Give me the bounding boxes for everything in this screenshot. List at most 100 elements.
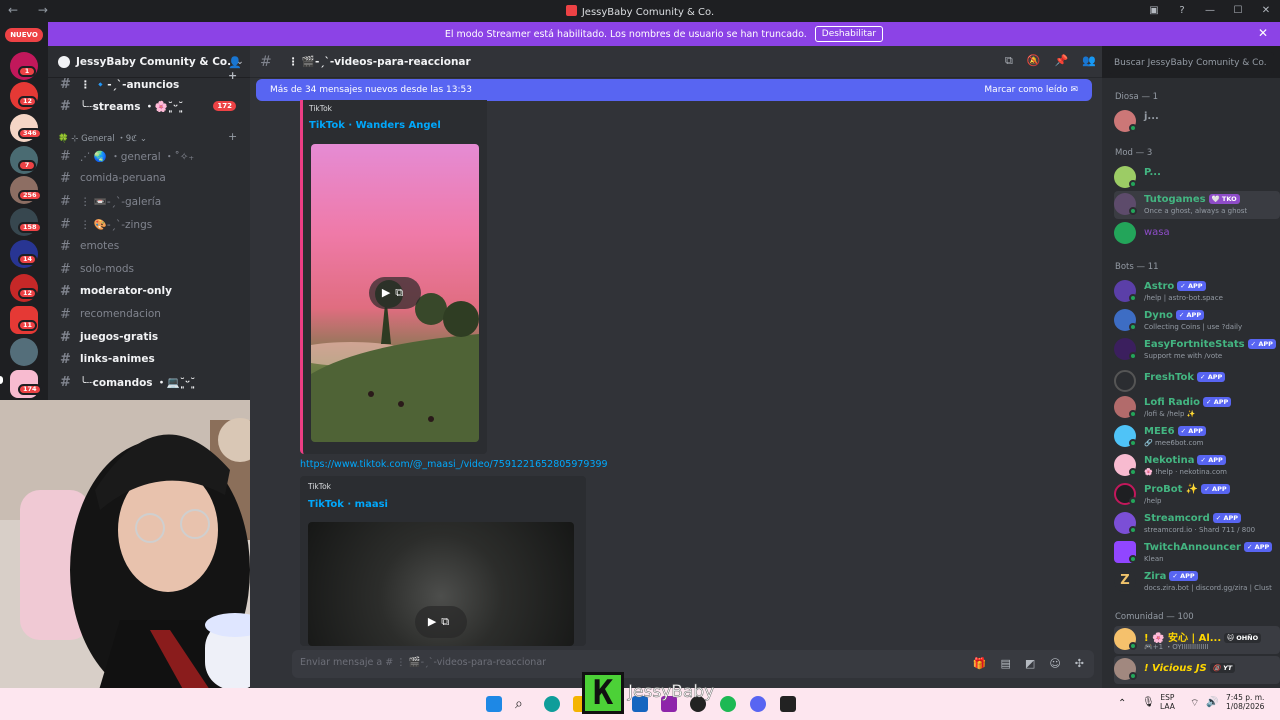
pin-icon[interactable]: 📌 xyxy=(1055,54,1069,68)
member-item[interactable]: Tutogames 🤍 TKO Once a ghost, always a gh… xyxy=(1114,191,1280,219)
member-item[interactable]: wasa xyxy=(1114,220,1280,248)
member-item[interactable]: ProBot ✨ ✓ APP /help xyxy=(1114,481,1280,509)
play-button-icon[interactable]: ▶⧉ xyxy=(369,277,421,309)
member-group-header: Mod — 3 xyxy=(1115,148,1153,158)
clock-time: 7:45 p. m. xyxy=(1226,693,1265,702)
member-name-text: EasyFortniteStats xyxy=(1144,339,1245,350)
hash-icon: # xyxy=(60,170,71,186)
member-list-icon[interactable]: 👥 xyxy=(1082,54,1096,68)
window-title: JessyBaby Comunity & Co. xyxy=(0,5,1280,18)
channel-solo-mods[interactable]: # solo-mods xyxy=(56,259,246,279)
discord-icon[interactable] xyxy=(750,696,766,712)
channel-anuncios[interactable]: # ⋮ 🔹-ˏˋ-anuncios xyxy=(56,74,246,94)
server-icon[interactable] xyxy=(10,338,38,366)
channel-juegos-gratis[interactable]: # juegos-gratis xyxy=(56,327,246,347)
clock[interactable]: 7:45 p. m. 1/08/2026 xyxy=(1226,693,1264,711)
windows-start-icon[interactable] xyxy=(486,696,502,712)
maximize-icon[interactable]: ☐ xyxy=(1224,0,1252,22)
embed-title-link[interactable]: TikTok · maasi xyxy=(308,499,388,510)
play-button-icon[interactable]: ▶⧉ xyxy=(415,606,467,638)
video-embed: TikTok TikTok · maasi ▶⧉ xyxy=(300,476,586,646)
disable-streamer-button[interactable]: Deshabilitar xyxy=(814,26,884,42)
wifi-icon[interactable]: ⌔ xyxy=(1190,697,1199,710)
close-icon[interactable]: ✕ xyxy=(1252,0,1280,22)
status-indicator xyxy=(1129,294,1137,302)
member-item[interactable]: ! Vicious JS 🔞 YT xyxy=(1114,656,1280,684)
member-item[interactable]: Dyno ✓ APP Collecting Coins | use ?daily xyxy=(1114,307,1280,335)
minimize-icon[interactable]: — xyxy=(1196,0,1224,22)
channel-general[interactable]: # ⋰ 🌏 ・general ・˚✧₊ xyxy=(56,146,246,166)
mark-read-icon: ✉ xyxy=(1070,85,1078,95)
member-name-text: Tutogames xyxy=(1144,194,1206,205)
member-name-text: Zira xyxy=(1144,571,1167,582)
message-input[interactable]: Enviar mensaje a # ⋮ 🎬-ˏˋ-videos-para-re… xyxy=(292,650,1094,678)
sticker-icon[interactable]: ◩ xyxy=(1025,657,1035,670)
member-item[interactable]: Astro ✓ APP /help | astro-bot.space xyxy=(1114,278,1280,306)
member-item[interactable]: EasyFortniteStats ✓ APP Support me with /… xyxy=(1114,336,1280,364)
member-item[interactable]: FreshTok ✓ APP xyxy=(1114,368,1280,396)
channel-recomendacion[interactable]: # recomendacion xyxy=(56,304,246,324)
message-link[interactable]: https://www.tiktok.com/@_maasi_/video/75… xyxy=(300,459,608,470)
channel-comandos[interactable]: # ╰┈comandos ・💻˘͈ᵕ˘͈ xyxy=(56,372,246,392)
banner-close-icon[interactable]: ✕ xyxy=(1258,26,1268,40)
embed-provider: TikTok xyxy=(308,482,332,491)
channel-streams[interactable]: # ╰┈streams ・🌸˘͈ᵕ˘͈ 172 xyxy=(56,96,246,116)
search-icon[interactable]: ⌕ xyxy=(515,696,531,712)
channel-zings[interactable]: # ⋮ 🎨-ˏˋ-zings xyxy=(56,214,246,234)
member-item[interactable]: P... xyxy=(1114,164,1280,192)
channel-comida-peruana[interactable]: # comida-peruana xyxy=(56,168,246,188)
channel-label: juegos-gratis xyxy=(80,331,159,343)
spotify-icon[interactable] xyxy=(720,696,736,712)
channel-galeria[interactable]: # ⋮ 📼-ˏˋ-galería xyxy=(56,191,246,211)
member-item[interactable]: TwitchAnnouncer ✓ APP Klean xyxy=(1114,539,1280,567)
member-tag: 🔞 YT xyxy=(1209,663,1236,673)
title-bar: ← → JessyBaby Comunity & Co. ▣ ? — ☐ ✕ xyxy=(0,0,1280,22)
mention-badge: 11 xyxy=(18,320,38,331)
epic-games-icon[interactable] xyxy=(780,696,796,712)
member-status-text: 🎮+1 ・OYIIIIIIIIIIIII xyxy=(1144,643,1209,651)
inbox-icon[interactable]: ▣ xyxy=(1140,0,1168,22)
channel-links-animes[interactable]: # links-animes xyxy=(56,349,246,369)
language-indicator[interactable]: ESP LAA xyxy=(1160,693,1175,711)
channel-moderator-only[interactable]: # moderator-only xyxy=(56,281,246,301)
member-item[interactable]: Lofi Radio ✓ APP /lofi & /help ✨ xyxy=(1114,394,1280,422)
video-thumbnail[interactable]: ▶⧉ xyxy=(311,144,479,442)
app-tag: ✓ APP xyxy=(1201,484,1230,494)
member-name-text: Streamcord xyxy=(1144,513,1210,524)
tray-chevron-icon[interactable]: ⌃ xyxy=(1118,698,1126,709)
member-name: Streamcord ✓ APP xyxy=(1144,513,1242,524)
gif-icon[interactable]: ▤ xyxy=(1001,657,1011,670)
emoji-icon[interactable]: ☺ xyxy=(1049,657,1060,670)
member-status-text: 🌸 !help · nekotina.com xyxy=(1144,468,1227,476)
apps-icon[interactable]: ✣ xyxy=(1075,657,1084,670)
member-name: Nekotina ✓ APP xyxy=(1144,455,1226,466)
microphone-icon[interactable]: 🎙 xyxy=(1142,697,1155,708)
notification-bell-icon[interactable]: 🔕 xyxy=(1027,54,1041,68)
member-item[interactable]: Nekotina ✓ APP 🌸 !help · nekotina.com xyxy=(1114,452,1280,480)
member-item[interactable]: ! 🌸 安心 | Al... 🐱 OHÑO 🎮+1 ・OYIIIIIIIIIIII… xyxy=(1114,626,1280,654)
new-messages-bar[interactable]: Más de 34 mensajes nuevos desde las 13:5… xyxy=(256,79,1092,101)
member-name: P... xyxy=(1144,167,1161,178)
member-name: Dyno ✓ APP xyxy=(1144,310,1205,321)
member-item[interactable]: MEE6 ✓ APP 🔗 mee6bot.com xyxy=(1114,423,1280,451)
member-group-header: Comunidad — 100 xyxy=(1115,612,1194,622)
add-channel-icon[interactable]: + xyxy=(228,130,237,143)
search-input[interactable]: Buscar JessyBaby Comunity & Co. xyxy=(1108,52,1274,74)
gift-icon[interactable]: 🎁 xyxy=(973,657,987,670)
category-general[interactable]: 🍀 ⊹ General ・9ℭ ⌄ xyxy=(58,132,147,144)
mark-read-button[interactable]: Marcar como leído ✉ xyxy=(984,85,1078,95)
channel-label: ╰┈streams ・🌸˘͈ᵕ˘͈ xyxy=(80,100,184,113)
embed-title-link[interactable]: TikTok · Wanders Angel xyxy=(309,120,441,131)
help-icon[interactable]: ? xyxy=(1168,0,1196,22)
video-embed: TikTok TikTok · Wanders Angel ▶⧉ xyxy=(300,100,487,454)
edge-browser-icon[interactable] xyxy=(544,696,560,712)
member-item[interactable]: Streamcord ✓ APP streamcord.io · Shard 71… xyxy=(1114,510,1280,538)
video-thumbnail[interactable]: ▶⧉ xyxy=(308,522,574,646)
member-item[interactable]: j... xyxy=(1114,108,1280,136)
member-item[interactable]: Z Zira ✓ APP docs.zira.bot | discord.gg/z… xyxy=(1114,568,1280,596)
new-badge[interactable]: NUEVO xyxy=(5,28,43,42)
channel-emotes[interactable]: # emotes xyxy=(56,236,246,256)
volume-icon[interactable]: 🔊 xyxy=(1206,697,1218,708)
threads-icon[interactable]: ⧉ xyxy=(1005,54,1013,68)
status-indicator xyxy=(1129,207,1137,215)
